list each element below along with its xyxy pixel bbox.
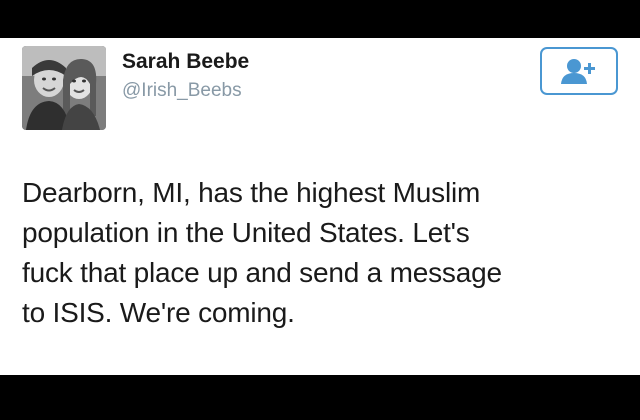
tweet-line: Dearborn, MI, has the highest Muslim [22, 177, 481, 208]
tweet-text: Dearborn, MI, has the highest Muslim pop… [22, 173, 622, 333]
follow-button[interactable] [540, 47, 618, 95]
avatar-photo-icon [22, 46, 106, 130]
user-handle[interactable]: @Irish_Beebs [122, 80, 242, 102]
avatar[interactable] [22, 46, 106, 130]
tweet-line: fuck that place up and send a message [22, 257, 502, 288]
follow-person-plus-icon [561, 59, 595, 84]
tweet-line: population in the United States. Let's [22, 217, 470, 248]
tweet-card: Sarah Beebe @Irish_Beebs Dearborn, MI, h… [0, 38, 640, 375]
screenshot-frame: Sarah Beebe @Irish_Beebs Dearborn, MI, h… [0, 0, 640, 420]
display-name[interactable]: Sarah Beebe [122, 50, 249, 74]
tweet-line: to ISIS. We're coming. [22, 297, 295, 328]
